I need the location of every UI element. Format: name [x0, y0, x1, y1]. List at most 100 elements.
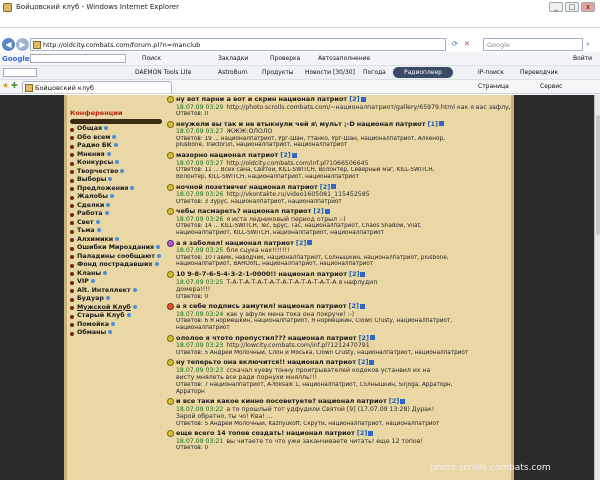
topic-post: ололоо я чтото пропустил??? национал патр… — [167, 334, 510, 357]
search-input[interactable]: Google — [483, 38, 583, 51]
tab-fight-club[interactable]: Бойцовский клуб — [22, 81, 172, 93]
author-name[interactable]: национал патриот — [318, 397, 387, 405]
maximize-button[interactable]: □ — [565, 2, 579, 12]
topic-title[interactable]: мазорно — [176, 151, 208, 159]
sidebar-item[interactable]: Работа — [70, 210, 168, 219]
weather-button[interactable]: Погода — [363, 69, 386, 76]
info-icon[interactable] — [369, 359, 375, 365]
sidebar-item[interactable]: Радио БК — [70, 142, 168, 151]
products-button[interactable]: Продукты — [262, 69, 294, 76]
bookmarks-button[interactable]: Закладки — [218, 55, 248, 62]
sidebar-item[interactable]: Обманы — [70, 329, 168, 338]
stop-icon[interactable]: ✕ — [464, 40, 470, 48]
topic-title[interactable]: ночной позетивчег — [176, 183, 247, 191]
sidebar-item[interactable]: VIP — [70, 278, 168, 287]
autofill-button[interactable]: Автозаполнение — [318, 55, 370, 62]
author-name[interactable]: национал патриот — [287, 358, 356, 366]
topic-title[interactable]: ну теперьто она включится!! — [176, 358, 285, 366]
close-button[interactable]: x — [581, 2, 595, 12]
author-name[interactable]: национал патриот — [286, 429, 355, 437]
sidebar-item[interactable]: Фонд пострадавших — [70, 261, 168, 270]
sidebar-item[interactable]: Творчество — [70, 168, 168, 177]
sidebar-item[interactable]: Обо всем — [70, 134, 168, 143]
info-icon[interactable] — [359, 303, 365, 309]
topic-title[interactable]: ололоо я чтото пропустил??? — [176, 334, 286, 342]
sidebar-item[interactable]: Помойка — [70, 321, 168, 330]
page-menu-button[interactable]: Страница — [478, 83, 509, 90]
topic-title[interactable]: и все таки какое кинно посоветуете? — [176, 397, 316, 405]
author-name[interactable]: национал патриот — [288, 334, 357, 342]
author-name[interactable]: национал патриот — [210, 151, 279, 159]
info-icon[interactable] — [331, 184, 337, 190]
author-name[interactable]: национал патриот — [243, 207, 312, 215]
back-icon[interactable]: ◀ — [2, 38, 15, 51]
sidebar-item[interactable]: Тьма — [70, 227, 168, 236]
post-body: Т-А-Т-А-Т-А-Т-А-Т-А-Т-А-Т-А-Т-А-Т-А я на… — [226, 278, 378, 286]
topic-title[interactable]: а я себе подпись замутил! — [176, 302, 276, 310]
info-icon[interactable] — [370, 335, 376, 341]
translator-button[interactable]: Переводчик — [520, 69, 558, 76]
ip-search-button[interactable]: IP-поиск — [478, 69, 504, 76]
refresh-icon[interactable]: ⟳ — [452, 40, 458, 48]
topic-post: неужели вы так и не втыкнули чей я\ муль… — [167, 120, 510, 149]
author-name[interactable]: национал патриот — [357, 120, 426, 128]
sidebar-item-label: Предложения — [77, 184, 129, 192]
search-go-icon[interactable]: ⌕ — [586, 40, 590, 49]
sidebar-item[interactable]: Старый Клуб — [70, 312, 168, 321]
author-name[interactable]: национал патриот — [225, 239, 294, 247]
info-icon[interactable] — [307, 240, 313, 246]
author-name[interactable]: национал патриот — [278, 95, 347, 103]
topic-title[interactable]: 10 9-8-7-6-5-4-3-2-1-0000!! — [176, 270, 276, 278]
favorites-star-icon[interactable]: ★ — [2, 81, 9, 90]
author-name[interactable]: национал патриот — [249, 183, 318, 191]
toolbar-search-input[interactable] — [3, 68, 37, 77]
sidebar-item[interactable]: Жалобы — [70, 193, 168, 202]
topic-title[interactable]: еще всего 14 топов создать! — [176, 429, 284, 437]
login-button[interactable]: Войти — [573, 55, 592, 62]
sidebar-item[interactable]: Свет — [70, 219, 168, 228]
info-icon[interactable] — [368, 430, 374, 436]
sidebar-item[interactable]: Паладины сообщают — [70, 253, 168, 262]
topic-title[interactable]: ну вот парни а вот и скрин — [176, 95, 276, 103]
minimize-button[interactable]: _ — [549, 2, 563, 12]
info-icon[interactable] — [360, 271, 366, 277]
google-search-input[interactable] — [30, 54, 126, 63]
google-search-button[interactable]: Поиск — [142, 55, 161, 62]
sidebar-item[interactable]: Alt. Интеллект — [70, 287, 168, 296]
scroll-thumb[interactable] — [596, 115, 600, 235]
sidebar-item[interactable]: Сделки — [70, 202, 168, 211]
sidebar-item[interactable]: Мнения — [70, 151, 168, 160]
sidebar-item[interactable]: Общая — [70, 125, 168, 134]
topic-status-icon — [167, 334, 174, 342]
url-field[interactable]: http://oldcity.combats.com/forum.pl?n=ma… — [30, 38, 446, 51]
author-name[interactable]: национал патриот — [278, 270, 347, 278]
info-icon[interactable] — [400, 398, 406, 404]
sidebar-item[interactable]: Алхимики — [70, 236, 168, 245]
astroburn-button[interactable]: AstroBurn — [218, 69, 248, 76]
vertical-scrollbar[interactable] — [594, 95, 600, 480]
sidebar-item[interactable]: Выборы — [70, 176, 168, 185]
sidebar-item[interactable]: Предложения — [70, 185, 168, 194]
info-icon[interactable] — [438, 121, 444, 127]
topic-title[interactable]: неужели вы так и не втыкнули чей я\ муль… — [176, 120, 355, 128]
author-name[interactable]: национал патриот — [278, 302, 347, 310]
sidebar-item[interactable]: Мужской Клуб — [70, 304, 168, 313]
info-icon[interactable] — [360, 96, 366, 102]
daemon-tools-button[interactable]: DAEMON Tools Lite — [135, 69, 191, 76]
news-button[interactable]: Новости [30/30] — [305, 69, 355, 76]
forward-icon[interactable]: ▶ — [16, 38, 29, 51]
radio-player-button[interactable]: Радиоплеер — [393, 67, 453, 78]
add-favorite-icon[interactable]: ✚ — [11, 81, 18, 90]
topic-status-icon — [167, 152, 174, 160]
service-menu-button[interactable]: Сервис — [540, 83, 562, 90]
check-button[interactable]: Проверка — [270, 55, 300, 62]
topic-title[interactable]: а я заболел! — [176, 239, 223, 247]
sidebar-item[interactable]: Кланы — [70, 270, 168, 279]
sidebar-item[interactable]: Будуар — [70, 295, 168, 304]
sidebar-item-label: Мужской Клуб — [77, 303, 131, 311]
sidebar-item[interactable]: Ошибки Мироздания — [70, 244, 168, 253]
info-icon[interactable] — [324, 208, 330, 214]
sidebar-item[interactable]: Конкурсы — [70, 159, 168, 168]
topic-title[interactable]: чебы пасмареть? — [176, 207, 241, 215]
info-icon[interactable] — [291, 152, 297, 158]
